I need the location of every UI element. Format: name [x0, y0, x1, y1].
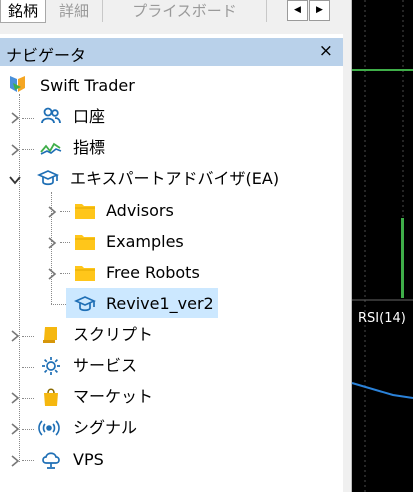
close-button[interactable]: ×: [319, 41, 333, 61]
tree-item-free-robots[interactable]: Free Robots: [106, 263, 200, 283]
chevron-right-icon[interactable]: [45, 266, 59, 280]
rsi-label: RSI(14): [358, 311, 406, 326]
expert-advisor-icon: [73, 293, 97, 315]
services-icon: [40, 355, 62, 377]
tree-item-accounts[interactable]: 口座: [73, 107, 105, 127]
chevron-right-icon[interactable]: [8, 110, 22, 124]
navigator-header: ナビゲータ ×: [0, 38, 343, 66]
expert-advisors-icon: [36, 167, 60, 189]
chevron-right-icon[interactable]: [8, 453, 22, 467]
rsi-line: [351, 382, 413, 399]
tree-item-scripts[interactable]: スクリプト: [73, 325, 153, 345]
tree-item-revive1-ver2[interactable]: Revive1_ver2: [106, 294, 214, 314]
signals-icon: [38, 417, 60, 439]
tab-details[interactable]: 詳細: [46, 0, 103, 22]
tree-item-vps[interactable]: VPS: [73, 450, 104, 470]
tree-item-market[interactable]: マーケット: [73, 387, 153, 407]
navigator-title: ナビゲータ: [6, 46, 87, 65]
chart-canvas: [351, 0, 413, 492]
swift-trader-logo-icon: [7, 74, 29, 96]
chevron-right-icon[interactable]: [45, 204, 59, 218]
chevron-right-icon[interactable]: [8, 390, 22, 404]
volume-bar: [401, 218, 404, 298]
chevron-right-icon[interactable]: [8, 421, 22, 435]
scroll-right-button[interactable]: ▶: [309, 0, 330, 21]
tree-item-indicators[interactable]: 指標: [73, 138, 105, 158]
tab-bar: 銘柄 詳細 プライスボード ◀ ▶: [0, 0, 343, 34]
vps-icon: [40, 449, 62, 471]
tree-item-services[interactable]: サービス: [73, 356, 137, 376]
tab-symbols[interactable]: 銘柄: [0, 0, 46, 23]
chevron-right-icon[interactable]: [45, 235, 59, 249]
scripts-icon: [40, 324, 62, 346]
chevron-down-icon[interactable]: [8, 172, 22, 186]
chevron-right-icon[interactable]: [8, 328, 22, 342]
tree-item-expert-advisors[interactable]: エキスパートアドバイザ(EA): [70, 169, 279, 189]
chevron-right-icon[interactable]: [8, 142, 22, 156]
folder-icon: [74, 262, 96, 284]
root-label[interactable]: Swift Trader: [40, 76, 135, 96]
tree-item-signals[interactable]: シグナル: [73, 418, 137, 438]
tree-item-examples[interactable]: Examples: [106, 232, 184, 252]
folder-icon: [74, 231, 96, 253]
scroll-left-button[interactable]: ◀: [287, 0, 308, 21]
navigator-tree: Swift Trader 口座 指標 エキスパートアドバイザ(EA) Advis…: [0, 66, 343, 492]
tree-item-advisors[interactable]: Advisors: [106, 201, 174, 221]
accounts-icon: [40, 105, 62, 127]
indicators-icon: [40, 137, 62, 159]
market-icon: [40, 386, 62, 408]
chart-panel[interactable]: RSI(14): [343, 0, 413, 492]
tab-price-board[interactable]: プライスボード: [103, 0, 267, 22]
folder-icon: [74, 200, 96, 222]
